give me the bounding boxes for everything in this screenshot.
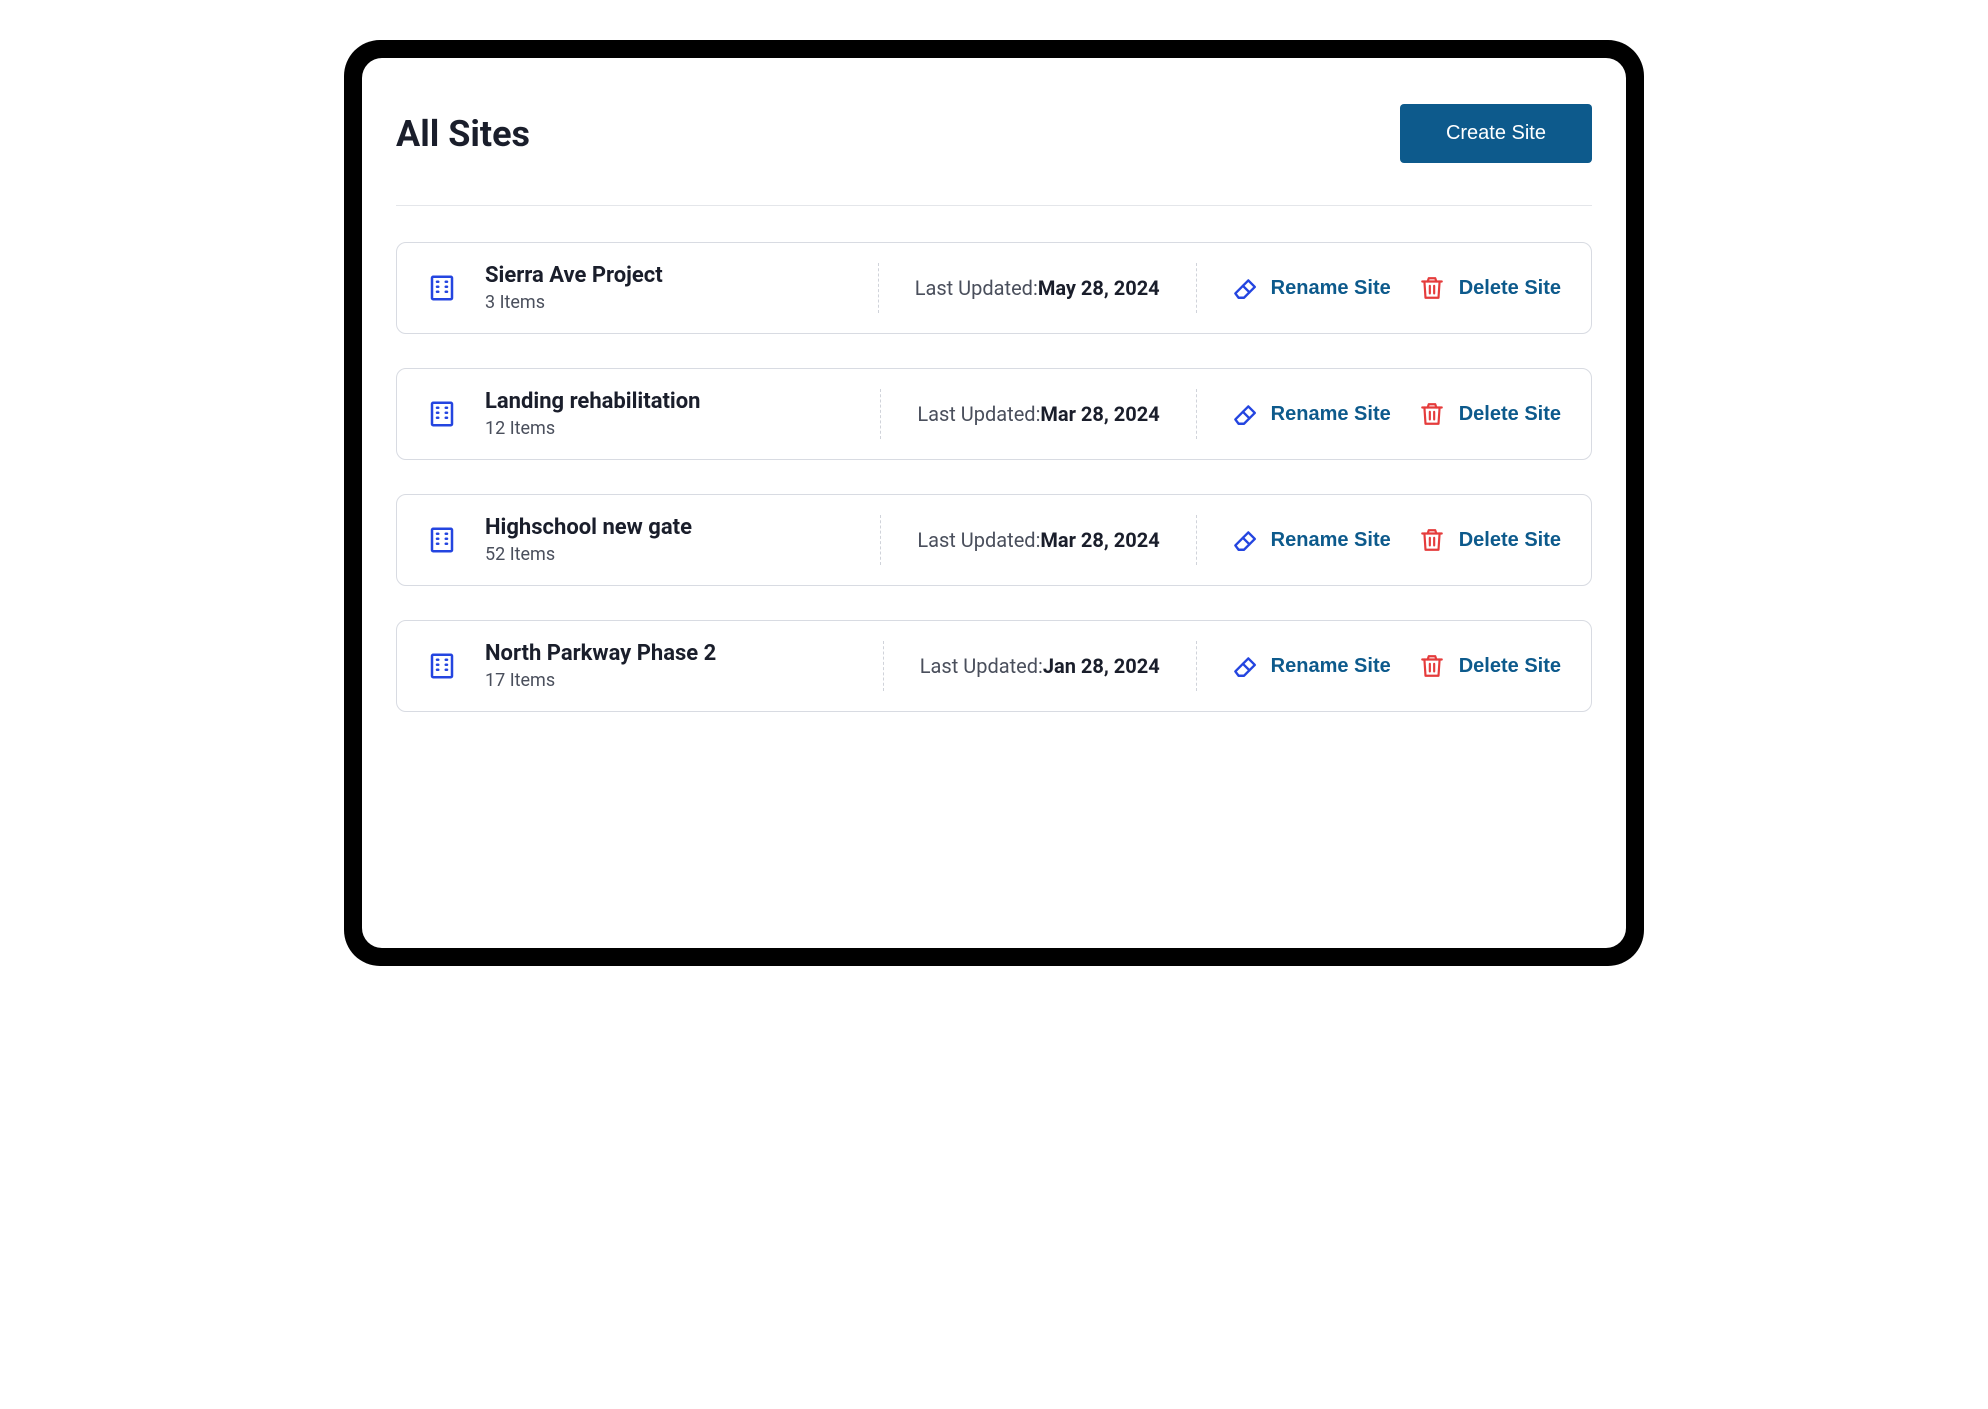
site-card[interactable]: Landing rehabilitation 12 Items Last Upd… [396,368,1592,460]
site-item-count: 52 Items [485,544,692,565]
site-text: Highschool new gate 52 Items [485,515,692,565]
rename-site-button[interactable]: Rename Site [1231,275,1391,301]
rename-label: Rename Site [1271,529,1391,552]
trash-icon [1419,527,1445,553]
last-updated-date: Mar 28, 2024 [1040,402,1159,426]
site-info: Sierra Ave Project 3 Items [427,263,878,313]
trash-icon [1419,275,1445,301]
site-text: Landing rehabilitation 12 Items [485,389,701,439]
eraser-icon [1231,527,1257,553]
last-updated-label: Last Updated: [917,528,1040,552]
site-name: Landing rehabilitation [485,389,701,414]
site-name: Highschool new gate [485,515,692,540]
delete-label: Delete Site [1459,529,1561,552]
screen: All Sites Create Site Sierra Ave Project… [362,58,1626,948]
site-name: Sierra Ave Project [485,263,663,288]
page-header: All Sites Create Site [396,104,1592,206]
last-updated: Last Updated:Mar 28, 2024 [881,402,1195,426]
last-updated: Last Updated:Jan 28, 2024 [884,654,1196,678]
trash-icon [1419,401,1445,427]
eraser-icon [1231,275,1257,301]
building-icon [427,399,457,429]
rename-label: Rename Site [1271,403,1391,426]
last-updated-date: Jan 28, 2024 [1043,654,1160,678]
site-info: North Parkway Phase 2 17 Items [427,641,883,691]
eraser-icon [1231,653,1257,679]
site-actions: Rename Site Delete Site [1197,653,1561,679]
building-icon [427,651,457,681]
site-item-count: 3 Items [485,292,663,313]
last-updated: Last Updated:Mar 28, 2024 [881,528,1195,552]
site-info: Highschool new gate 52 Items [427,515,880,565]
delete-site-button[interactable]: Delete Site [1419,401,1561,427]
rename-label: Rename Site [1271,277,1391,300]
last-updated-label: Last Updated: [920,654,1043,678]
delete-site-button[interactable]: Delete Site [1419,275,1561,301]
site-item-count: 17 Items [485,670,716,691]
delete-site-button[interactable]: Delete Site [1419,527,1561,553]
rename-site-button[interactable]: Rename Site [1231,653,1391,679]
last-updated-label: Last Updated: [917,402,1040,426]
site-name: North Parkway Phase 2 [485,641,716,666]
site-card[interactable]: Sierra Ave Project 3 Items Last Updated:… [396,242,1592,334]
delete-label: Delete Site [1459,655,1561,678]
site-text: North Parkway Phase 2 17 Items [485,641,716,691]
last-updated-label: Last Updated: [915,276,1038,300]
page-title: All Sites [396,113,530,155]
delete-label: Delete Site [1459,277,1561,300]
rename-site-button[interactable]: Rename Site [1231,401,1391,427]
site-actions: Rename Site Delete Site [1197,527,1561,553]
create-site-button[interactable]: Create Site [1400,104,1592,163]
eraser-icon [1231,401,1257,427]
delete-label: Delete Site [1459,403,1561,426]
site-item-count: 12 Items [485,418,701,439]
last-updated: Last Updated:May 28, 2024 [879,276,1196,300]
site-info: Landing rehabilitation 12 Items [427,389,880,439]
device-frame: All Sites Create Site Sierra Ave Project… [344,40,1644,966]
building-icon [427,273,457,303]
building-icon [427,525,457,555]
rename-label: Rename Site [1271,655,1391,678]
site-text: Sierra Ave Project 3 Items [485,263,663,313]
delete-site-button[interactable]: Delete Site [1419,653,1561,679]
sites-list: Sierra Ave Project 3 Items Last Updated:… [396,242,1592,712]
site-actions: Rename Site Delete Site [1197,401,1561,427]
last-updated-date: Mar 28, 2024 [1040,528,1159,552]
site-actions: Rename Site Delete Site [1197,275,1561,301]
last-updated-date: May 28, 2024 [1038,276,1160,300]
rename-site-button[interactable]: Rename Site [1231,527,1391,553]
trash-icon [1419,653,1445,679]
site-card[interactable]: Highschool new gate 52 Items Last Update… [396,494,1592,586]
site-card[interactable]: North Parkway Phase 2 17 Items Last Upda… [396,620,1592,712]
